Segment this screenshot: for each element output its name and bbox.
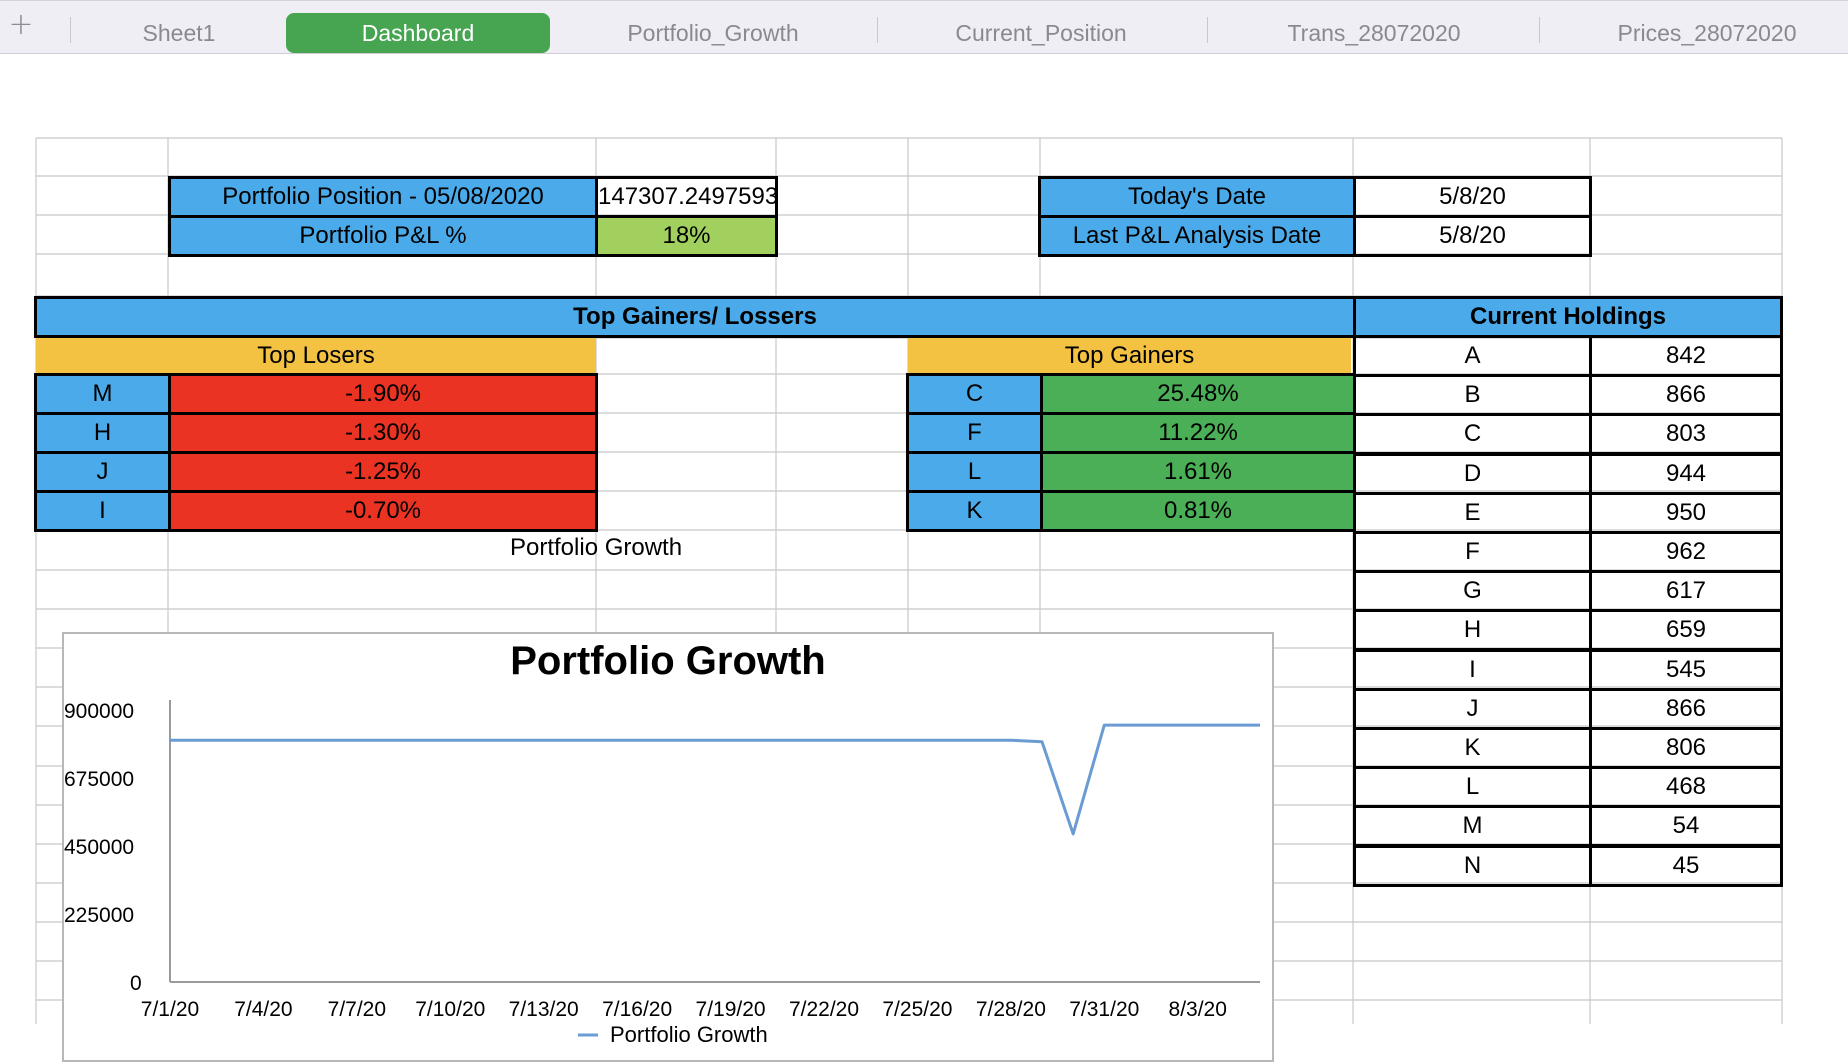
holding-ticker[interactable]: I: [1353, 648, 1592, 691]
x-tick-label: 7/22/20: [789, 998, 859, 1021]
loser-change[interactable]: -1.25%: [168, 451, 598, 493]
portfolio-pl-label[interactable]: Portfolio P&L %: [168, 215, 598, 257]
tab-current-position[interactable]: Current_Position: [880, 13, 1202, 53]
plus-icon: +: [8, 7, 34, 42]
top-losers-header[interactable]: Top Losers: [36, 338, 596, 374]
top-gainers-losers-header[interactable]: Top Gainers/ Lossers: [34, 296, 1356, 338]
tab-dashboard[interactable]: Dashboard: [286, 13, 550, 53]
todays-date-value[interactable]: 5/8/20: [1353, 176, 1592, 218]
y-tick-label: 0: [130, 972, 142, 995]
x-tick-label: 7/1/20: [141, 998, 199, 1021]
x-tick-label: 7/31/20: [1069, 998, 1139, 1021]
x-tick-label: 7/19/20: [696, 998, 766, 1021]
loser-ticker[interactable]: I: [34, 490, 171, 532]
holding-ticker[interactable]: D: [1353, 452, 1592, 495]
tab-divider: [877, 17, 878, 43]
holding-quantity[interactable]: 842: [1589, 335, 1783, 377]
x-tick-label: 7/16/20: [602, 998, 672, 1021]
tab-divider: [1207, 17, 1208, 43]
current-holdings-header[interactable]: Current Holdings: [1353, 296, 1783, 338]
y-tick-label: 675000: [64, 768, 134, 791]
gainer-change[interactable]: 25.48%: [1040, 373, 1356, 415]
holding-quantity[interactable]: 962: [1589, 531, 1783, 573]
holding-ticker[interactable]: C: [1353, 413, 1592, 456]
sheet-tab-bar: + Sheet1 Dashboard Portfolio_Growth Curr…: [0, 0, 1848, 54]
holding-ticker[interactable]: J: [1353, 687, 1592, 730]
last-pl-analysis-label[interactable]: Last P&L Analysis Date: [1038, 215, 1356, 257]
chart-canvas: Portfolio Growth 0 225000 450000 675000 90000…: [64, 639, 1260, 1047]
holding-ticker[interactable]: H: [1353, 609, 1592, 652]
holding-quantity[interactable]: 54: [1589, 805, 1783, 848]
loser-change[interactable]: -1.30%: [168, 412, 598, 454]
holding-ticker[interactable]: B: [1353, 374, 1592, 417]
x-tick-label: 7/25/20: [882, 998, 952, 1021]
chart-cell-label[interactable]: Portfolio Growth: [510, 534, 682, 562]
gainer-ticker[interactable]: F: [906, 412, 1043, 454]
gainer-ticker[interactable]: K: [906, 490, 1043, 532]
portfolio-position-label[interactable]: Portfolio Position - 05/08/2020: [168, 176, 598, 218]
holding-quantity[interactable]: 866: [1589, 687, 1783, 730]
holding-quantity[interactable]: 45: [1589, 844, 1783, 887]
loser-ticker[interactable]: J: [34, 451, 171, 493]
tab-prices-28072020[interactable]: Prices_28072020: [1542, 13, 1848, 53]
add-sheet-button[interactable]: +: [6, 10, 36, 41]
loser-ticker[interactable]: H: [34, 412, 171, 454]
holding-ticker[interactable]: M: [1353, 805, 1592, 848]
holding-ticker[interactable]: E: [1353, 491, 1592, 534]
holding-quantity[interactable]: 468: [1589, 766, 1783, 809]
holding-ticker[interactable]: F: [1353, 531, 1592, 573]
x-tick-label: 7/28/20: [976, 998, 1046, 1021]
spreadsheet-area: Portfolio Position - 05/08/2020 147307.2…: [0, 54, 1848, 1062]
y-tick-label: 900000: [64, 700, 134, 723]
portfolio-growth-chart[interactable]: Portfolio Growth 0 225000 450000 675000 90000…: [62, 632, 1274, 1062]
tab-divider: [70, 17, 71, 43]
holding-quantity[interactable]: 944: [1589, 452, 1783, 495]
holding-quantity[interactable]: 617: [1589, 570, 1783, 613]
holding-ticker[interactable]: L: [1353, 766, 1592, 809]
tab-sheet1[interactable]: Sheet1: [76, 13, 282, 53]
tab-trans-28072020[interactable]: Trans_28072020: [1210, 13, 1538, 53]
gainer-change[interactable]: 1.61%: [1040, 451, 1356, 493]
portfolio-pl-value[interactable]: 18%: [595, 215, 778, 257]
holding-quantity[interactable]: 806: [1589, 727, 1783, 769]
holding-quantity[interactable]: 866: [1589, 374, 1783, 417]
holding-ticker[interactable]: N: [1353, 844, 1592, 887]
series-line-portfolio-growth: [170, 723, 1260, 836]
gainer-change[interactable]: 11.22%: [1040, 412, 1356, 454]
holding-ticker[interactable]: G: [1353, 570, 1592, 613]
y-tick-label: 450000: [64, 836, 134, 859]
y-tick-label: 225000: [64, 904, 134, 927]
x-tick-label: 7/10/20: [415, 998, 485, 1021]
loser-change[interactable]: -1.90%: [168, 373, 598, 415]
last-pl-analysis-value[interactable]: 5/8/20: [1353, 215, 1592, 257]
gainer-ticker[interactable]: C: [906, 373, 1043, 415]
x-tick-label: 7/4/20: [234, 998, 292, 1021]
gainer-change[interactable]: 0.81%: [1040, 490, 1356, 532]
legend-label: Portfolio Growth: [610, 1022, 768, 1047]
x-tick-label: 7/7/20: [328, 998, 386, 1021]
x-tick-label: 7/13/20: [509, 998, 579, 1021]
portfolio-position-value[interactable]: 147307.24975935: [595, 176, 778, 218]
loser-change[interactable]: -0.70%: [168, 490, 598, 532]
holding-ticker[interactable]: K: [1353, 727, 1592, 769]
top-gainers-header[interactable]: Top Gainers: [908, 338, 1351, 374]
holding-ticker[interactable]: A: [1353, 335, 1592, 377]
todays-date-label[interactable]: Today's Date: [1038, 176, 1356, 218]
gainer-ticker[interactable]: L: [906, 451, 1043, 493]
chart-title: Portfolio Growth: [510, 639, 826, 683]
holding-quantity[interactable]: 659: [1589, 609, 1783, 652]
loser-ticker[interactable]: M: [34, 373, 171, 415]
holding-quantity[interactable]: 803: [1589, 413, 1783, 456]
tab-divider: [1539, 17, 1540, 43]
x-tick-label: 8/3/20: [1169, 998, 1227, 1021]
tab-portfolio-growth[interactable]: Portfolio_Growth: [560, 13, 866, 53]
holding-quantity[interactable]: 950: [1589, 491, 1783, 534]
holding-quantity[interactable]: 545: [1589, 648, 1783, 691]
